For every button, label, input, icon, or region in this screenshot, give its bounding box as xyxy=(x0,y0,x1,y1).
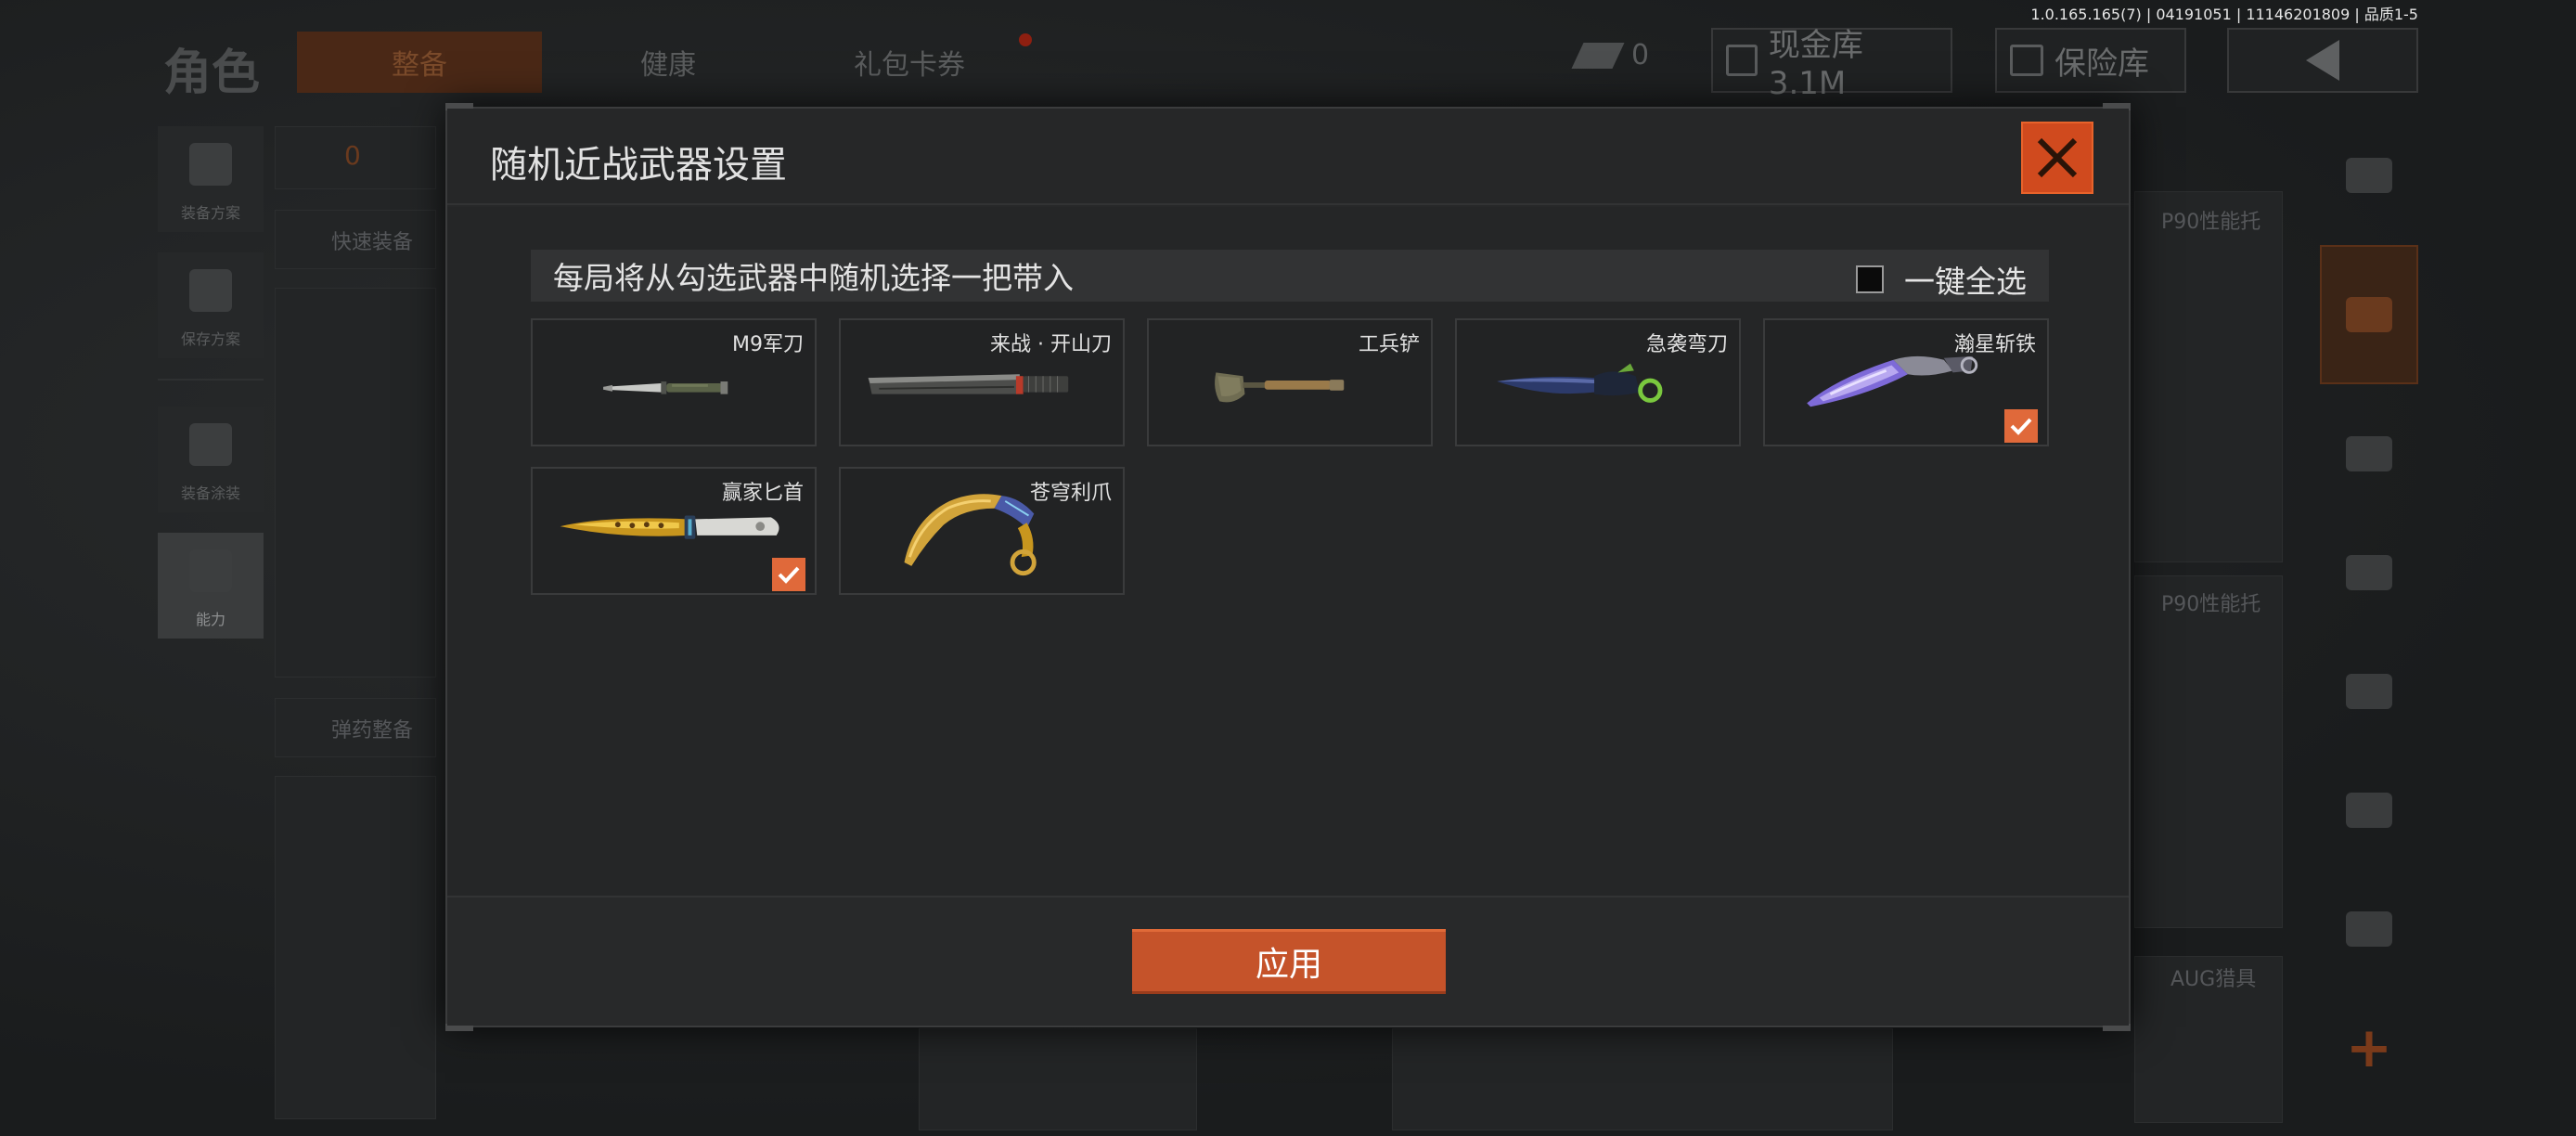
modal-body: 每局将从勾选武器中随机选择一把带入 一键全选 M9军刀 来战 · 开山刀 工兵铲… xyxy=(447,207,2129,899)
melee-slot-preview xyxy=(919,1028,1197,1130)
rail-item-refresh[interactable] xyxy=(2320,126,2418,225)
refresh-icon xyxy=(2346,158,2392,193)
quick-equip-label: 快速装备 xyxy=(331,231,414,254)
page-title: 角色 xyxy=(163,45,261,101)
scope-icon xyxy=(2346,911,2392,947)
menu-equip-skin[interactable]: 装备涂装 xyxy=(158,407,264,512)
close-icon xyxy=(2037,137,2078,178)
cash-storage-label: 现金库 3.1M xyxy=(1768,26,1863,102)
select-all-toggle[interactable]: 一键全选 xyxy=(1856,257,2027,302)
armor-count-panel: 0 xyxy=(275,126,436,189)
modal-title: 随机近战武器设置 xyxy=(490,144,787,187)
rail-item-helmet[interactable] xyxy=(2320,405,2418,503)
weapon-slot-3: AUG猎具 xyxy=(2134,956,2283,1123)
layers-icon xyxy=(2346,297,2392,332)
weapon-slot-2: P90性能托 xyxy=(2134,575,2283,928)
weapon-name: 急袭弯刀 xyxy=(1645,333,1728,356)
ability-icon xyxy=(189,549,232,592)
rail-item-scope[interactable] xyxy=(2320,880,2418,978)
checkmark-icon xyxy=(778,566,800,584)
weapon-slot-1: P90性能托 xyxy=(2134,191,2283,562)
rail-item-add[interactable]: + xyxy=(2320,999,2418,1097)
weapon-card-m9[interactable]: M9军刀 xyxy=(531,318,817,446)
menu-label: 装备涂装 xyxy=(180,484,240,502)
ammo-label: 弹药整备 xyxy=(331,719,414,742)
menu-ability[interactable]: 能力 xyxy=(158,533,264,639)
right-rail: + xyxy=(2320,126,2422,1117)
weapon-checkbox-checked[interactable] xyxy=(2004,409,2038,443)
currency-icon xyxy=(1571,42,1625,69)
modal-footer: 应用 xyxy=(447,896,2129,1026)
select-all-label: 一键全选 xyxy=(1904,264,2027,300)
cash-storage-icon xyxy=(1726,45,1758,76)
weapon-card-sky-claw[interactable]: 苍穹利爪 xyxy=(839,467,1125,595)
tab-equip[interactable]: 整备 xyxy=(297,32,542,93)
menu-divider xyxy=(158,379,264,381)
close-button[interactable] xyxy=(2021,122,2093,194)
helmet-icon xyxy=(189,423,232,466)
apply-button[interactable]: 应用 xyxy=(1132,929,1446,994)
plus-icon: + xyxy=(2345,1015,2393,1080)
select-all-checkbox[interactable] xyxy=(1856,265,1884,293)
weapon-card-shovel[interactable]: 工兵铲 xyxy=(1147,318,1433,446)
download-icon xyxy=(189,269,232,312)
menu-save-plan[interactable]: 保存方案 xyxy=(158,252,264,358)
ammo-panel xyxy=(275,776,436,1119)
menu-equip-plan[interactable]: 装备方案 xyxy=(158,126,264,232)
vault-label: 保险库 xyxy=(2054,45,2149,83)
vest-icon xyxy=(189,143,232,186)
weapon-name: M9军刀 xyxy=(732,333,804,356)
weapon-checkbox-checked[interactable] xyxy=(772,558,805,591)
tab-gift-coupons[interactable]: 礼包卡券 xyxy=(798,32,1021,93)
rail-item-selected[interactable] xyxy=(2320,245,2418,384)
weapon-name: 来战 · 开山刀 xyxy=(990,333,1112,356)
left-menu: 装备方案 保存方案 装备涂装 能力 xyxy=(158,126,265,659)
menu-label: 装备方案 xyxy=(180,204,240,222)
notification-dot xyxy=(1019,33,1032,46)
equip-slot-panel xyxy=(275,288,436,678)
armor-count: 0 xyxy=(344,140,361,171)
menu-label: 保存方案 xyxy=(180,330,240,348)
info-text: 每局将从勾选武器中随机选择一把带入 xyxy=(553,260,1074,296)
rail-item-magazine[interactable] xyxy=(2320,642,2418,741)
rail-item-attachment[interactable] xyxy=(2320,761,2418,859)
weapon-card-machete[interactable]: 来战 · 开山刀 xyxy=(839,318,1125,446)
vault-icon xyxy=(2010,45,2043,76)
random-melee-modal: 随机近战武器设置 每局将从勾选武器中随机选择一把带入 一键全选 M9军刀 来战 … xyxy=(445,103,2131,1031)
quick-equip-button[interactable]: 快速装备 xyxy=(275,210,436,269)
attachment-icon xyxy=(2346,793,2392,828)
checkmark-icon xyxy=(2010,418,2032,435)
weapon-slot-label: P90性能托 xyxy=(2161,593,2261,616)
version-text: 1.0.165.165(7) | 04191051 | 11146201809 … xyxy=(2030,6,2418,23)
weapon-name: 苍穹利爪 xyxy=(1029,482,1112,505)
currency-count: 0 xyxy=(1571,39,1650,71)
back-arrow-icon xyxy=(2306,40,2339,81)
vault-button[interactable]: 保险库 xyxy=(1995,28,2186,93)
weapon-slot-label: P90性能托 xyxy=(2161,211,2261,234)
weapon-card-star-blade[interactable]: 瀚星斩铁 xyxy=(1763,318,2049,446)
info-bar: 每局将从勾选武器中随机选择一把带入 一键全选 xyxy=(531,250,2049,302)
currency-value: 0 xyxy=(1631,39,1650,71)
ammo-button[interactable]: 弹药整备 xyxy=(275,698,436,757)
rifle-icon xyxy=(2346,555,2392,590)
tab-health[interactable]: 健康 xyxy=(575,32,761,93)
weapon-name: 赢家匕首 xyxy=(721,482,804,505)
menu-label: 能力 xyxy=(195,611,225,628)
weapon-slot-label: AUG猎具 xyxy=(2170,968,2257,991)
helmet-icon xyxy=(2346,436,2392,471)
weapon-name: 瀚星斩铁 xyxy=(1953,333,2036,356)
magazine-icon xyxy=(2346,674,2392,709)
weapon-card-raid-blade[interactable]: 急袭弯刀 xyxy=(1455,318,1741,446)
modal-header: 随机近战武器设置 xyxy=(447,109,2129,205)
primary-slot-preview xyxy=(1392,1028,1893,1130)
back-button[interactable] xyxy=(2227,28,2418,93)
weapon-name: 工兵铲 xyxy=(1358,333,1420,356)
cash-storage-button[interactable]: 现金库 3.1M xyxy=(1711,27,1952,102)
rail-item-rifle[interactable] xyxy=(2320,523,2418,622)
weapon-card-winner-dagger[interactable]: 赢家匕首 xyxy=(531,467,817,595)
